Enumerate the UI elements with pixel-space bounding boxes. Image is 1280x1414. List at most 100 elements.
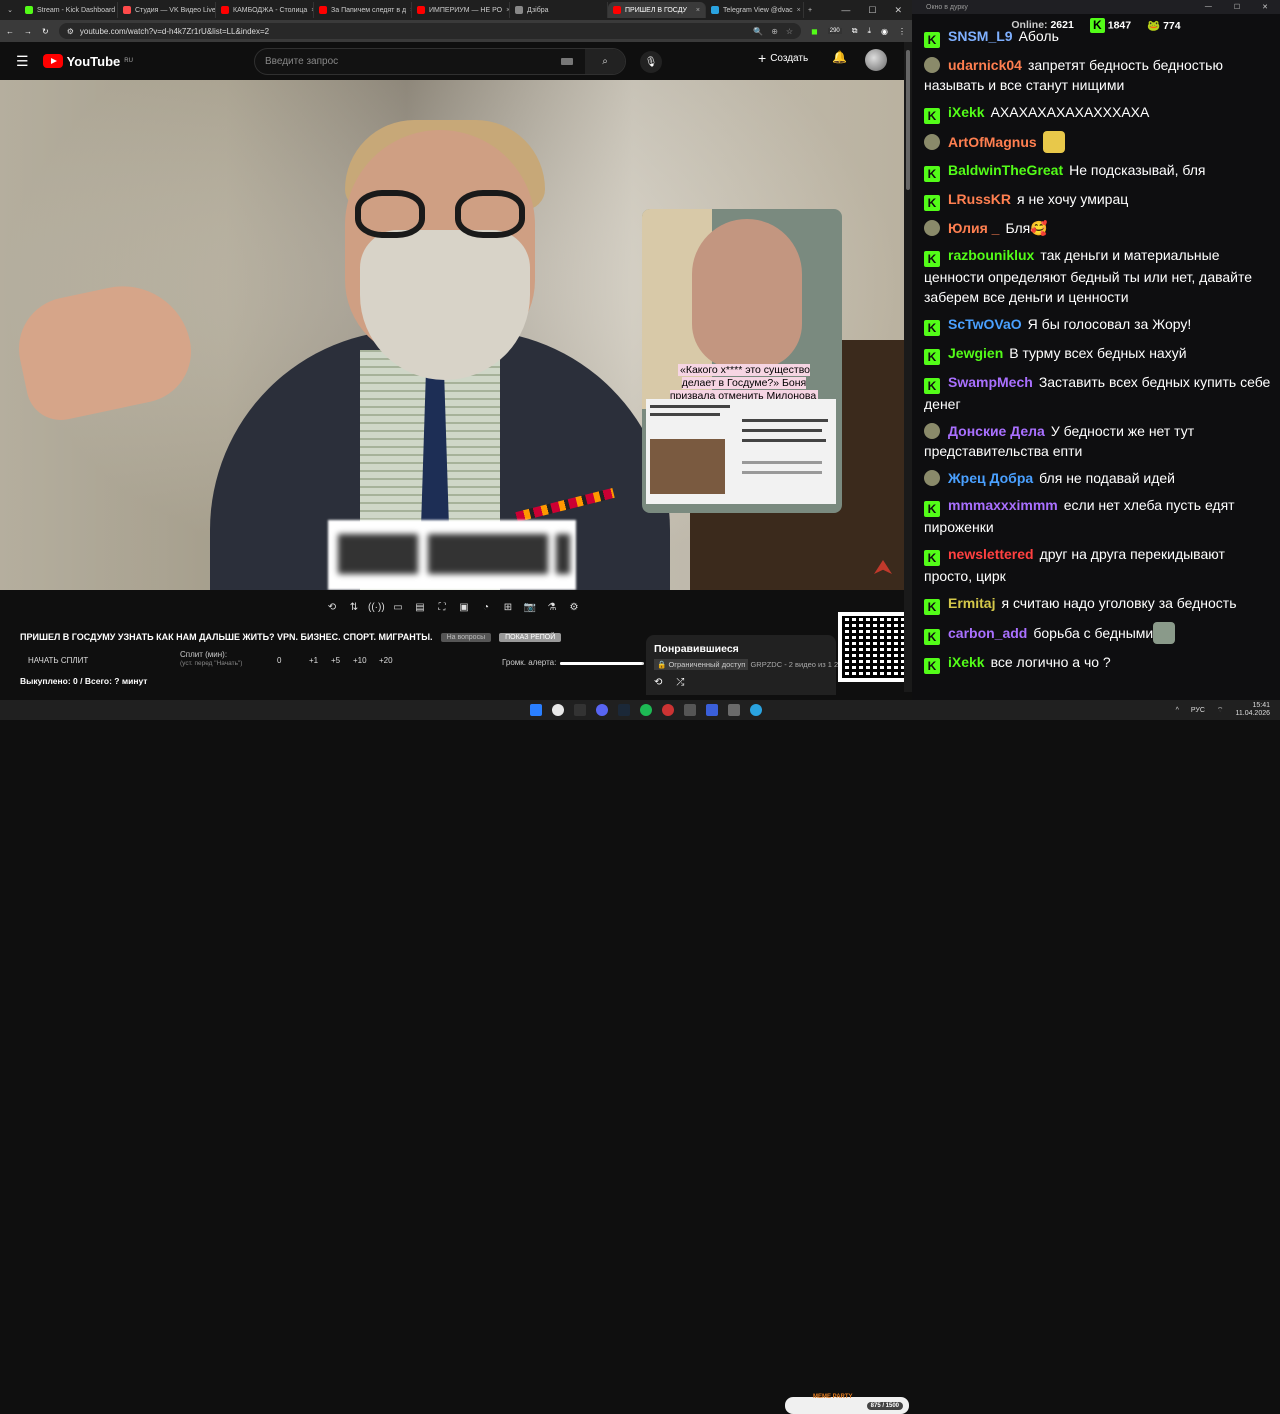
speed-gauge-icon[interactable]: ◔: [478, 602, 494, 613]
search-input[interactable]: Введите запрос: [265, 56, 338, 67]
account-avatar[interactable]: [865, 49, 887, 71]
youtube-logo[interactable]: YouTube RU: [42, 54, 133, 69]
tab-kick[interactable]: Stream - Kick Dashboard×: [20, 2, 118, 18]
chat-username[interactable]: Донские Дела: [948, 423, 1045, 439]
network-icon[interactable]: ⌔: [1217, 706, 1224, 715]
explorer-icon[interactable]: [574, 704, 586, 716]
telegram-icon[interactable]: [750, 704, 762, 716]
alert-volume-slider[interactable]: [560, 662, 644, 665]
start-split-button[interactable]: НАЧАТЬ СПЛИТ: [28, 656, 88, 665]
discord-icon[interactable]: [596, 704, 608, 716]
add-frame-icon[interactable]: ⊞: [500, 602, 516, 613]
shuffle-icon[interactable]: ⤮: [676, 677, 684, 688]
tab-active-video[interactable]: ПРИШЕЛ В ГОСДУ ×: [608, 2, 706, 18]
menu-kebab-icon[interactable]: ⋮: [898, 27, 906, 36]
url-field[interactable]: ⚙ youtube.com/watch?v=d-h4k7Zr1rU&list=LL…: [58, 23, 802, 39]
forward-icon[interactable]: →: [24, 27, 32, 36]
close-icon[interactable]: ×: [696, 7, 700, 14]
terminal-icon[interactable]: [684, 704, 696, 716]
tab-search-icon[interactable]: ⌄: [0, 6, 20, 14]
reload-icon[interactable]: ↻: [42, 27, 49, 36]
chat-username[interactable]: Жрец Добра: [948, 470, 1033, 486]
extension-icon[interactable]: ◼: [811, 27, 818, 36]
close-icon[interactable]: ×: [797, 7, 801, 14]
chat-username[interactable]: BaldwinTheGreat: [948, 162, 1063, 178]
window-close-icon[interactable]: ✕: [1262, 3, 1268, 11]
obs-icon[interactable]: [728, 704, 740, 716]
maximize-icon[interactable]: ☐: [1234, 3, 1240, 11]
steam-icon[interactable]: [618, 704, 630, 716]
tab-cambodia[interactable]: КАМБОДЖА - Столица×: [216, 2, 314, 18]
flask-icon[interactable]: ⚗: [544, 602, 560, 613]
spotify-icon[interactable]: [640, 704, 652, 716]
split-value-0[interactable]: 0: [277, 656, 281, 665]
video-player[interactable]: «Какого х**** это существо делает в Госд…: [0, 80, 904, 590]
page-scrollbar[interactable]: [904, 42, 912, 692]
chat-username[interactable]: ScTwOVaO: [948, 316, 1022, 332]
profile-icon[interactable]: ◉: [881, 27, 888, 36]
qa-chip[interactable]: На вопросы: [440, 632, 492, 642]
chat-username[interactable]: razbouniklux: [948, 247, 1034, 263]
film-icon[interactable]: ▤: [412, 602, 428, 613]
language-indicator[interactable]: РУС: [1191, 707, 1205, 714]
settings-gear-icon[interactable]: ⚙: [566, 602, 582, 613]
chat-username[interactable]: SNSM_L9: [948, 28, 1013, 44]
chat-username[interactable]: udarnick04: [948, 57, 1022, 73]
chat-username[interactable]: ArtOfMagnus: [948, 134, 1037, 150]
chat-username[interactable]: iXekk: [948, 654, 985, 670]
loop-playlist-icon[interactable]: ⟲: [654, 677, 662, 688]
pip-icon[interactable]: ▣: [456, 602, 472, 613]
clock[interactable]: 15:41 11.04.2026: [1235, 702, 1270, 718]
extensions-puzzle-icon[interactable]: ⧉: [852, 26, 858, 36]
back-icon[interactable]: ←: [6, 27, 14, 36]
minimize-icon[interactable]: —: [1205, 3, 1212, 11]
extension-badge[interactable]: 290: [827, 28, 842, 34]
minimize-icon[interactable]: —: [841, 5, 850, 16]
chat-username[interactable]: mmmaxxximmm: [948, 497, 1058, 513]
voice-search-button[interactable]: 🎙: [640, 51, 662, 73]
chat-username[interactable]: Ermitaj: [948, 595, 995, 611]
fullscreen-icon[interactable]: ⛶: [434, 602, 450, 613]
sort-icon[interactable]: ⇅: [346, 602, 362, 613]
chat-username[interactable]: iXekk: [948, 104, 985, 120]
split-add-10-button[interactable]: +10: [353, 656, 367, 665]
chat-username[interactable]: Юлия _: [948, 220, 999, 236]
camera-icon[interactable]: 📷: [522, 602, 538, 613]
scrollbar-thumb[interactable]: [906, 50, 910, 190]
hamburger-menu-icon[interactable]: ☰: [16, 53, 29, 70]
split-add-20-button[interactable]: +20: [379, 656, 393, 665]
tab-dzibra[interactable]: Дзібра: [510, 2, 608, 18]
loop-icon[interactable]: ⟲: [324, 602, 340, 613]
install-icon[interactable]: ⊕: [771, 27, 778, 36]
zoom-icon[interactable]: 🔍: [753, 27, 763, 36]
keyboard-icon[interactable]: [561, 58, 573, 65]
window-close-icon[interactable]: ✕: [894, 5, 902, 16]
chat-username[interactable]: LRussKR: [948, 191, 1011, 207]
search-box[interactable]: Введите запрос ⌕: [254, 48, 626, 75]
chat-username[interactable]: carbon_add: [948, 625, 1027, 641]
playlist-title[interactable]: Понравившиеся: [654, 643, 828, 655]
audio-wave-icon[interactable]: ((·)): [368, 602, 385, 613]
notifications-bell-icon[interactable]: 🔔: [832, 50, 847, 64]
media-icon[interactable]: [706, 704, 718, 716]
tray-chevron-icon[interactable]: ^: [1176, 707, 1179, 714]
yandex-icon[interactable]: [662, 704, 674, 716]
split-add-1-button[interactable]: +1: [309, 656, 318, 665]
tab-imperium[interactable]: ИМПЕРИУМ — НЕ РО ×: [412, 2, 510, 18]
chrome-icon[interactable]: [552, 704, 564, 716]
chat-username[interactable]: Jewgien: [948, 345, 1003, 361]
tab-papich[interactable]: За Папичем следят в д×: [314, 2, 412, 18]
tab-vk[interactable]: Студия — VK Видео Live×: [118, 2, 216, 18]
search-button[interactable]: ⌕: [585, 49, 625, 74]
screen-icon[interactable]: ▭: [390, 602, 406, 613]
start-icon[interactable]: [530, 704, 542, 716]
chat-username[interactable]: SwampMech: [948, 374, 1033, 390]
downloads-icon[interactable]: ⤓: [867, 26, 871, 36]
chat-username[interactable]: newslettered: [948, 546, 1034, 562]
maximize-icon[interactable]: ☐: [868, 5, 876, 16]
playlist-panel[interactable]: Понравившиеся 🔒 Ограниченный доступ GRPZ…: [646, 635, 838, 695]
show-repo-chip[interactable]: ПОКАЗ РЕПОЙ: [499, 632, 562, 642]
tab-telegram[interactable]: Telegram View @dvac ×: [706, 2, 804, 18]
site-info-icon[interactable]: ⚙: [67, 27, 74, 36]
create-button[interactable]: + Создать: [758, 50, 808, 66]
